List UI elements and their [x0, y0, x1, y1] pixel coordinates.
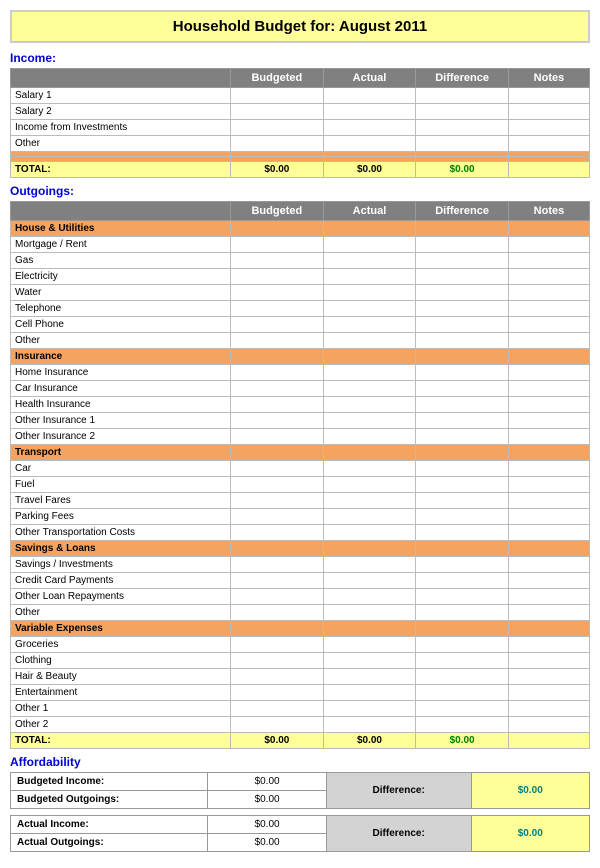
table-row: Other 2	[11, 717, 590, 733]
table-row: Salary 1	[11, 88, 590, 104]
income-row-investments: Income from Investments	[11, 120, 231, 136]
actual-income-label: Actual Income:	[11, 816, 208, 834]
outgoings-total-actual: $0.00	[323, 733, 416, 749]
income-budgeted-salary1	[231, 88, 324, 104]
income-row-salary2: Salary 2	[11, 104, 231, 120]
income-header-label	[11, 69, 231, 88]
out-group-insurance: Insurance	[11, 349, 590, 365]
income-table: Budgeted Actual Difference Notes Salary …	[10, 68, 590, 178]
table-row: Telephone	[11, 301, 590, 317]
budgeted-outgoings-value: $0.00	[208, 791, 326, 809]
actual-income-value: $0.00	[208, 816, 326, 834]
income-total-label: TOTAL:	[11, 162, 231, 178]
house-group-label: House & Utilities	[11, 221, 231, 237]
outgoings-section-label: Outgoings:	[10, 184, 590, 198]
outgoings-total-diff: $0.00	[416, 733, 509, 749]
budgeted-income-label: Budgeted Income:	[11, 773, 208, 791]
budgeted-income-value: $0.00	[208, 773, 326, 791]
table-row: Credit Card Payments	[11, 573, 590, 589]
income-notes-salary1	[508, 88, 589, 104]
table-row: Car	[11, 461, 590, 477]
budgeted-diff-label: Difference:	[326, 773, 471, 809]
income-total-diff: $0.00	[416, 162, 509, 178]
out-group-variable: Variable Expenses	[11, 621, 590, 637]
table-row: Mortgage / Rent	[11, 237, 590, 253]
table-row: Other	[11, 605, 590, 621]
out-header-budgeted: Budgeted	[231, 202, 324, 221]
table-row: Other Loan Repayments	[11, 589, 590, 605]
table-row: Gas	[11, 253, 590, 269]
outgoings-total-label: TOTAL:	[11, 733, 231, 749]
table-row: Other 1	[11, 701, 590, 717]
table-row: Other Transportation Costs	[11, 525, 590, 541]
out-group-savings: Savings & Loans	[11, 541, 590, 557]
income-header-notes: Notes	[508, 69, 589, 88]
table-row: Cell Phone	[11, 317, 590, 333]
table-row: Clothing	[11, 653, 590, 669]
income-total-budgeted: $0.00	[231, 162, 324, 178]
spacer-row	[11, 809, 590, 816]
income-total-actual: $0.00	[323, 162, 416, 178]
table-row: Parking Fees	[11, 509, 590, 525]
income-actual-salary1	[323, 88, 416, 104]
income-row-other: Other	[11, 136, 231, 152]
table-row: Fuel	[11, 477, 590, 493]
income-header-actual: Actual	[323, 69, 416, 88]
outgoings-table: Budgeted Actual Difference Notes House &…	[10, 201, 590, 749]
table-row: Other	[11, 136, 590, 152]
income-header-difference: Difference	[416, 69, 509, 88]
table-row: Travel Fares	[11, 493, 590, 509]
table-row: Groceries	[11, 637, 590, 653]
page-title: Household Budget for: August 2011	[10, 10, 590, 43]
affordability-table: Budgeted Income: $0.00 Difference: $0.00…	[10, 772, 590, 852]
table-row: Other Insurance 1	[11, 413, 590, 429]
actual-diff-value: $0.00	[471, 816, 589, 852]
table-row: Water	[11, 285, 590, 301]
outgoings-total-budgeted: $0.00	[231, 733, 324, 749]
table-row: Hair & Beauty	[11, 669, 590, 685]
out-header-actual: Actual	[323, 202, 416, 221]
afford-actual-income-row: Actual Income: $0.00 Difference: $0.00	[11, 816, 590, 834]
budgeted-diff-value: $0.00	[471, 773, 589, 809]
out-group-house: House & Utilities	[11, 221, 590, 237]
income-section-label: Income:	[10, 51, 590, 65]
actual-outgoings-value: $0.00	[208, 834, 326, 852]
actual-outgoings-label: Actual Outgoings:	[11, 834, 208, 852]
income-total-row: TOTAL: $0.00 $0.00 $0.00	[11, 162, 590, 178]
table-row: Car Insurance	[11, 381, 590, 397]
afford-budgeted-income-row: Budgeted Income: $0.00 Difference: $0.00	[11, 773, 590, 791]
budgeted-outgoings-label: Budgeted Outgoings:	[11, 791, 208, 809]
out-header-difference: Difference	[416, 202, 509, 221]
income-row-salary1: Salary 1	[11, 88, 231, 104]
table-row: Salary 2	[11, 104, 590, 120]
table-row: Entertainment	[11, 685, 590, 701]
out-header-notes: Notes	[508, 202, 589, 221]
affordability-section-label: Affordability	[10, 755, 590, 769]
table-row: Home Insurance	[11, 365, 590, 381]
out-group-transport: Transport	[11, 445, 590, 461]
table-row: Electricity	[11, 269, 590, 285]
actual-diff-label: Difference:	[326, 816, 471, 852]
income-header-budgeted: Budgeted	[231, 69, 324, 88]
outgoings-total-row: TOTAL: $0.00 $0.00 $0.00	[11, 733, 590, 749]
table-row: Other	[11, 333, 590, 349]
table-row: Other Insurance 2	[11, 429, 590, 445]
table-row: Health Insurance	[11, 397, 590, 413]
table-row: Income from Investments	[11, 120, 590, 136]
table-row: Savings / Investments	[11, 557, 590, 573]
income-diff-salary1	[416, 88, 509, 104]
